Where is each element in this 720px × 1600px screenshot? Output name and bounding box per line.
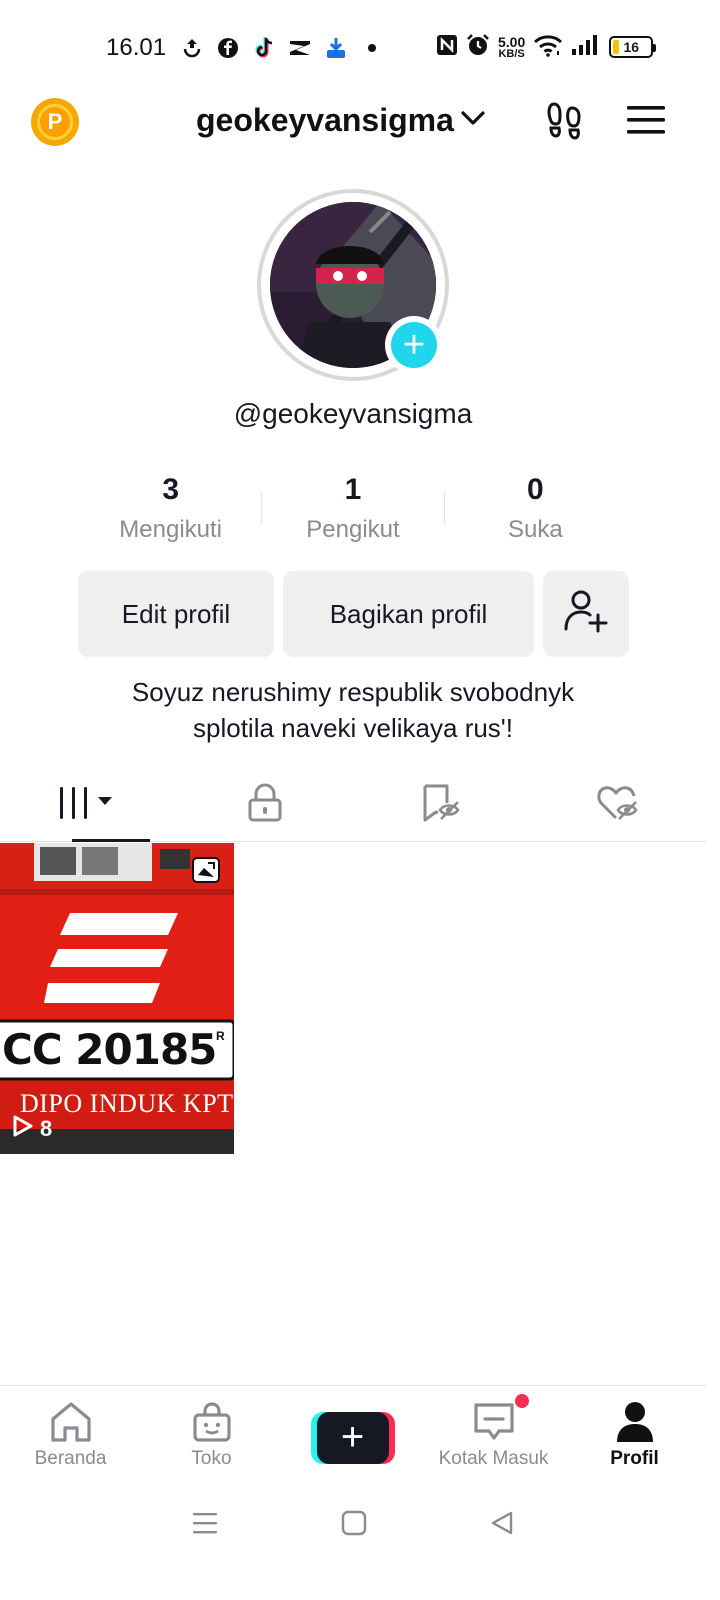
edit-profile-button[interactable]: Edit profil <box>78 571 274 657</box>
profile-stats: 3 Mengikuti 1 Pengikut 0 Suka <box>80 470 626 550</box>
stat-value: 3 <box>162 473 179 506</box>
alarm-icon <box>466 33 490 62</box>
system-navigation-bar <box>0 1490 706 1560</box>
add-user-icon <box>563 589 609 640</box>
view-count: 8 <box>12 1114 52 1144</box>
profile-avatar-ring[interactable]: + <box>257 189 449 381</box>
stat-label: Suka <box>507 516 563 543</box>
profile-header: P geokeyvansigma <box>0 92 720 152</box>
coin-icon: P <box>37 104 73 140</box>
add-avatar-button[interactable]: + <box>385 316 443 374</box>
shop-bag-icon <box>192 1400 232 1444</box>
bookmark-hidden-icon <box>420 783 462 828</box>
create-plus-icon: + <box>310 1412 395 1464</box>
stat-likes[interactable]: 0 Suka <box>445 470 626 550</box>
video-thumbnail[interactable]: CC 20185 R DIPO INDUK KPT 8 <box>0 843 234 1154</box>
tab-saved[interactable] <box>353 770 530 841</box>
stat-label: Pengikut <box>306 516 400 543</box>
profile-bio: Soyuz nerushimy respublik svobodnyk splo… <box>0 674 706 746</box>
notification-dot-icon <box>360 36 384 60</box>
stat-value: 1 <box>344 473 362 506</box>
battery-level: 16 <box>623 39 640 55</box>
stat-label: Mengikuti <box>119 516 223 543</box>
header-username: geokeyvansigma <box>196 102 454 138</box>
nav-profile[interactable]: Profil <box>564 1386 705 1485</box>
nav-label: Profil <box>610 1448 659 1469</box>
grid-icon <box>58 785 118 826</box>
nav-label: Toko <box>191 1448 232 1469</box>
bio-line: splotila naveki velikaya rus'! <box>193 713 513 743</box>
stat-followers[interactable]: 1 Pengikut <box>262 470 443 550</box>
profile-actions: Edit profil Bagikan profil <box>78 571 629 657</box>
tab-videos[interactable] <box>0 770 177 842</box>
stat-value: 0 <box>526 473 544 506</box>
download-app-icon <box>324 36 348 60</box>
facebook-icon <box>216 36 240 60</box>
view-count-value: 8 <box>40 1116 53 1141</box>
bottom-navigation: Beranda Toko + Kotak Masuk Profil <box>0 1385 706 1485</box>
battery-icon: 16 <box>609 36 657 58</box>
nfc-icon <box>436 33 458 62</box>
profile-icon <box>615 1400 655 1444</box>
nav-label: Kotak Masuk <box>438 1448 549 1469</box>
tiktok-icon <box>252 36 276 60</box>
signal-icon <box>571 34 601 61</box>
network-speed: 5.00 KB/S <box>498 34 526 60</box>
inbox-badge-dot <box>515 1394 529 1408</box>
share-profile-button[interactable]: Bagikan profil <box>283 571 534 657</box>
tab-liked[interactable] <box>530 770 707 841</box>
nav-label: Beranda <box>34 1448 107 1469</box>
system-status-icons: 5.00 KB/S 16 <box>436 32 657 62</box>
status-bar: 16.01 5.00 KB/S 16 <box>0 0 720 96</box>
content-tabs <box>0 770 706 842</box>
add-friend-button[interactable] <box>543 571 629 657</box>
stat-following[interactable]: 3 Mengikuti <box>80 470 261 550</box>
heart-hidden-icon <box>596 783 640 828</box>
inbox-icon <box>472 1400 516 1444</box>
hamburger-menu-icon <box>626 104 666 141</box>
profile-handle: @geokeyvansigma <box>233 398 473 429</box>
lock-icon <box>247 783 283 828</box>
network-speed-unit: KB/S <box>498 48 525 60</box>
recent-apps-button[interactable] <box>191 1510 219 1541</box>
menu-button[interactable] <box>622 98 670 146</box>
license-plate-text: CC 20185 <box>2 1025 217 1074</box>
capcut-icon <box>288 36 312 60</box>
wifi-icon <box>533 33 563 62</box>
account-switcher[interactable]: geokeyvansigma <box>196 102 486 139</box>
notification-icons <box>180 34 384 62</box>
footprints-icon <box>544 100 584 145</box>
back-button[interactable] <box>489 1510 515 1541</box>
footprints-button[interactable] <box>540 98 588 146</box>
tab-private[interactable] <box>177 770 354 841</box>
license-plate-mark: R <box>216 1029 225 1043</box>
play-icon <box>12 1114 34 1144</box>
plus-icon: + <box>391 322 437 368</box>
chevron-down-icon <box>460 109 486 132</box>
nav-inbox[interactable]: Kotak Masuk <box>423 1386 564 1485</box>
network-speed-value: 5.00 <box>498 34 526 50</box>
nav-shop[interactable]: Toko <box>141 1386 282 1485</box>
home-icon <box>49 1400 93 1444</box>
coin-rewards-button[interactable]: P <box>31 98 79 146</box>
sync-icon <box>180 36 204 60</box>
home-button[interactable] <box>341 1510 367 1541</box>
nav-create[interactable]: + <box>282 1386 423 1485</box>
status-time: 16.01 <box>106 34 167 61</box>
photo-mode-icon <box>192 857 220 883</box>
nav-home[interactable]: Beranda <box>0 1386 141 1485</box>
bio-line: Soyuz nerushimy respublik svobodnyk <box>131 677 575 707</box>
